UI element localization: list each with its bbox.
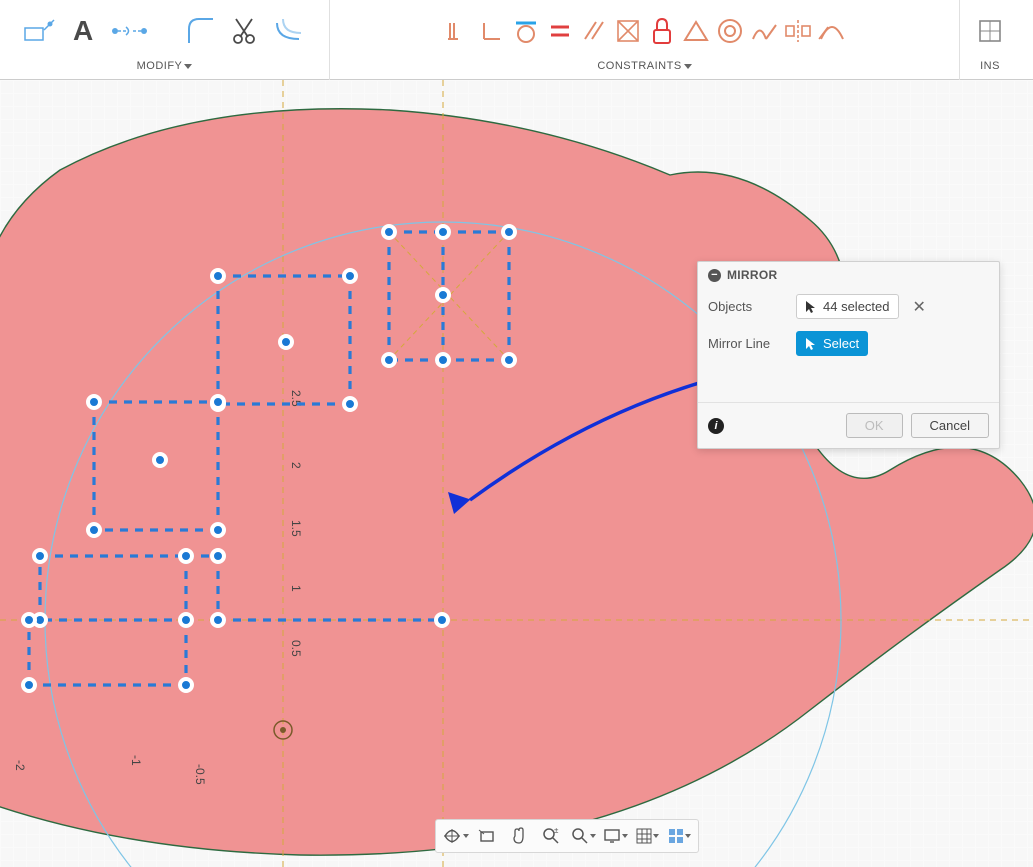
sketch-point[interactable] bbox=[154, 454, 166, 466]
display-icon[interactable] bbox=[600, 823, 630, 849]
svg-text:±: ± bbox=[554, 827, 559, 835]
y-tick: 1 bbox=[289, 585, 303, 592]
sketch-point[interactable] bbox=[88, 396, 100, 408]
offset-tool-icon[interactable] bbox=[269, 7, 309, 55]
pan-icon[interactable] bbox=[504, 823, 534, 849]
sketch-point[interactable] bbox=[437, 289, 449, 301]
horizontal-constraint-icon[interactable] bbox=[443, 12, 473, 50]
view-nav-bar: ± bbox=[435, 819, 699, 853]
viewport-icon[interactable] bbox=[664, 823, 694, 849]
insert-group: INS bbox=[960, 0, 1020, 80]
sketch-point[interactable] bbox=[280, 336, 292, 348]
sketch-point[interactable] bbox=[34, 550, 46, 562]
cancel-button[interactable]: Cancel bbox=[911, 413, 989, 438]
objects-selection[interactable]: 44 selected bbox=[796, 294, 899, 319]
curvature-constraint-icon[interactable] bbox=[817, 12, 847, 50]
mirror-line-select[interactable]: Select bbox=[796, 331, 868, 356]
smooth-constraint-icon[interactable] bbox=[749, 12, 779, 50]
cursor-icon bbox=[805, 300, 817, 314]
collapse-icon[interactable]: − bbox=[708, 269, 721, 282]
sketch-point[interactable] bbox=[344, 398, 356, 410]
divide-tool-icon[interactable] bbox=[21, 7, 61, 55]
sketch-point[interactable] bbox=[212, 270, 224, 282]
insert-tool-icon[interactable] bbox=[975, 12, 1005, 50]
concentric-constraint-icon[interactable] bbox=[715, 12, 745, 50]
perpendicular-constraint-icon[interactable] bbox=[477, 12, 507, 50]
sketch-point[interactable] bbox=[437, 226, 449, 238]
lock-constraint-icon[interactable] bbox=[647, 12, 677, 50]
insert-group-label: INS bbox=[980, 58, 1000, 72]
sketch-point[interactable] bbox=[212, 550, 224, 562]
sketch-point[interactable] bbox=[88, 524, 100, 536]
sketch-point[interactable] bbox=[23, 614, 35, 626]
fillet-tool-icon[interactable] bbox=[181, 7, 221, 55]
orbit-icon[interactable] bbox=[440, 823, 470, 849]
mirror-line-label: Mirror Line bbox=[708, 336, 786, 351]
sketch-point[interactable] bbox=[436, 614, 448, 626]
equal-constraint-icon[interactable] bbox=[545, 12, 575, 50]
sketch-point[interactable] bbox=[212, 524, 224, 536]
trim-tool-icon[interactable] bbox=[225, 7, 265, 55]
coincident-constraint-icon[interactable] bbox=[613, 12, 643, 50]
panel-title: MIRROR bbox=[727, 268, 777, 282]
modify-group: A MODIFY bbox=[0, 0, 330, 80]
sketch-point[interactable] bbox=[212, 614, 224, 626]
sketch-point[interactable] bbox=[344, 270, 356, 282]
ok-button[interactable]: OK bbox=[846, 413, 903, 438]
triangle-constraint-icon[interactable] bbox=[681, 12, 711, 50]
constraints-group-label[interactable]: CONSTRAINTS bbox=[597, 58, 691, 72]
grid-icon[interactable] bbox=[632, 823, 662, 849]
x-tick: -1 bbox=[129, 755, 143, 766]
svg-text:A: A bbox=[73, 16, 93, 46]
break-tool-icon[interactable] bbox=[109, 7, 149, 55]
sketch-point[interactable] bbox=[503, 226, 515, 238]
parallel-constraint-icon[interactable] bbox=[579, 12, 609, 50]
objects-row: Objects 44 selected ✕ bbox=[698, 288, 999, 325]
sketch-point[interactable] bbox=[437, 354, 449, 366]
sketch-point[interactable] bbox=[503, 354, 515, 366]
sketch-point[interactable] bbox=[383, 226, 395, 238]
y-tick: 1.5 bbox=[289, 520, 303, 537]
look-at-icon[interactable] bbox=[472, 823, 502, 849]
top-toolbar: A MODIFY bbox=[0, 0, 1033, 80]
info-icon[interactable]: i bbox=[708, 418, 724, 434]
y-tick: 2 bbox=[289, 462, 303, 469]
sketch-point[interactable] bbox=[383, 354, 395, 366]
zoom-icon[interactable]: ± bbox=[536, 823, 566, 849]
mirror-panel: − MIRROR Objects 44 selected ✕ Mirror Li… bbox=[697, 261, 1000, 449]
sketch-point[interactable] bbox=[23, 679, 35, 691]
sketch-point[interactable] bbox=[180, 550, 192, 562]
objects-label: Objects bbox=[708, 299, 786, 314]
x-tick: -0.5 bbox=[193, 764, 207, 785]
sketch-point[interactable] bbox=[180, 679, 192, 691]
x-tick: -2 bbox=[13, 760, 27, 771]
cursor-icon bbox=[805, 337, 817, 351]
sketch-point[interactable] bbox=[212, 396, 224, 408]
mirror-line-row: Mirror Line Select bbox=[698, 325, 999, 362]
sketch-point[interactable] bbox=[180, 614, 192, 626]
clear-selection-icon[interactable]: ✕ bbox=[909, 297, 930, 317]
sketch-canvas[interactable]: 2.5 2 1.5 1 0.5 -2 -1 -0.5 bbox=[0, 80, 1033, 867]
constraints-group: CONSTRAINTS bbox=[330, 0, 960, 80]
tangent-constraint-icon[interactable] bbox=[511, 12, 541, 50]
fit-icon[interactable] bbox=[568, 823, 598, 849]
symmetric-constraint-icon[interactable] bbox=[783, 12, 813, 50]
panel-header[interactable]: − MIRROR bbox=[698, 262, 999, 288]
modify-group-label[interactable]: MODIFY bbox=[137, 58, 193, 72]
y-tick: 0.5 bbox=[289, 640, 303, 657]
text-tool-icon[interactable]: A bbox=[65, 7, 105, 55]
